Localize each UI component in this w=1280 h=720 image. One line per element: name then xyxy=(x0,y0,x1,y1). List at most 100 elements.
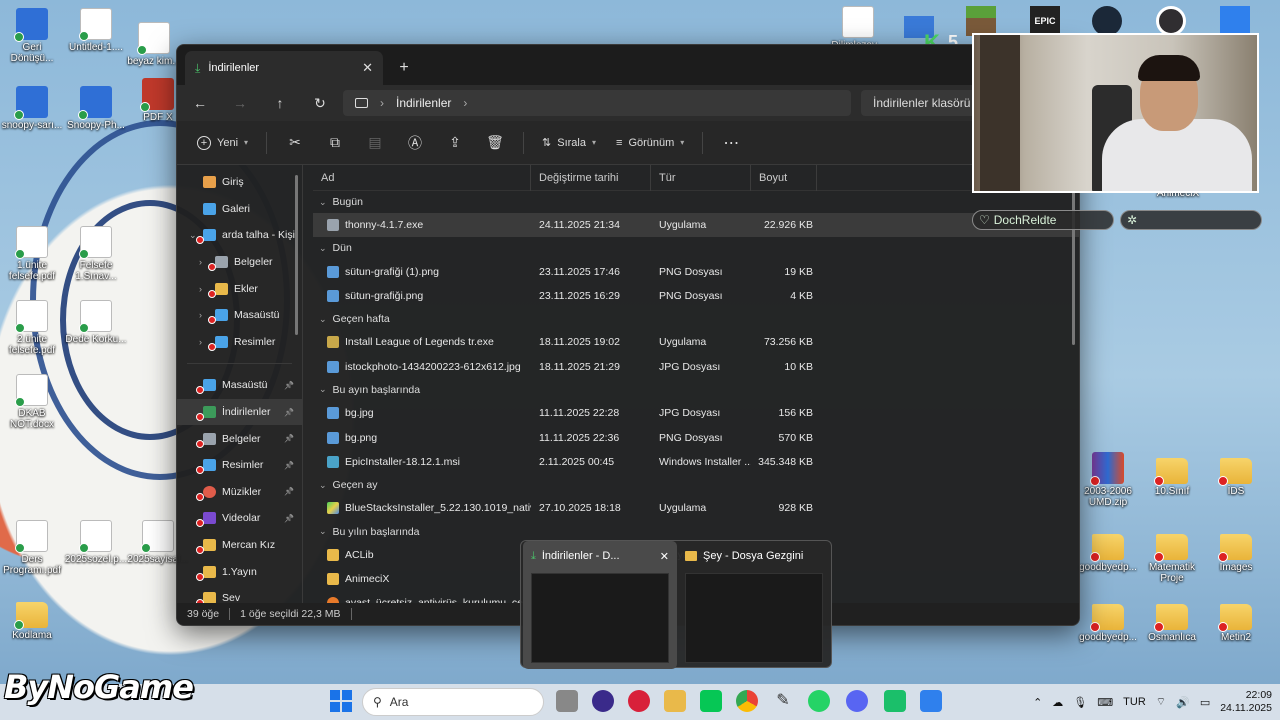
forward-button[interactable]: → xyxy=(227,91,253,115)
sidebar-item[interactable]: Giriş xyxy=(177,169,302,196)
sidebar-item[interactable]: 1.Yayın xyxy=(177,558,302,585)
desktop-icon[interactable]: Osmanlıca xyxy=(1140,598,1204,643)
desktop-icon[interactable]: Metin2 xyxy=(1204,598,1268,643)
desktop-icon[interactable]: 10.Sınıf xyxy=(1140,452,1204,497)
obs-icon[interactable] xyxy=(1156,6,1186,36)
share-button[interactable]: ⇪ xyxy=(437,128,473,158)
breadcrumb[interactable]: › İndirilenler › xyxy=(343,90,851,116)
line-icon[interactable] xyxy=(700,690,722,712)
column-header-date[interactable]: Değiştirme tarihi xyxy=(531,164,651,191)
sidebar-item[interactable]: Müzikler 📌 xyxy=(177,479,302,506)
steam-icon[interactable] xyxy=(1092,6,1122,36)
desktop-icon[interactable]: İDS xyxy=(1204,452,1268,497)
copy-button[interactable]: ⧉ xyxy=(317,128,353,158)
cut-button[interactable]: ✂ xyxy=(277,128,313,158)
whatsapp-icon[interactable] xyxy=(808,690,830,712)
file-row[interactable]: EpicInstaller-18.12.1.msi 2.11.2025 00:45… xyxy=(313,450,1079,474)
sidebar-item[interactable]: › Ekler xyxy=(177,275,302,302)
back-button[interactable]: ← xyxy=(187,91,213,115)
up-button[interactable]: ↑ xyxy=(267,91,293,115)
file-row[interactable]: Install League of Legends tr.exe 18.11.20… xyxy=(313,330,1079,354)
group-header[interactable]: ⌄ Geçen hafta xyxy=(313,308,1079,330)
desktop-icon[interactable]: Geri Dönüşü... xyxy=(0,8,64,64)
clock[interactable]: 22:09 24.11.2025 xyxy=(1220,689,1272,715)
sidebar-item[interactable]: Videolar 📌 xyxy=(177,505,302,532)
epic-games-icon[interactable]: EPIC xyxy=(1030,6,1060,36)
desktop-icon[interactable]: snoopy-sarı... xyxy=(0,86,64,131)
network-icon[interactable]: ☁ xyxy=(1052,696,1063,709)
desktop-icon[interactable]: goodbyedp... xyxy=(1076,598,1140,643)
more-options-button[interactable]: ⋯ xyxy=(713,128,749,158)
discord-icon[interactable] xyxy=(846,690,868,712)
breadcrumb-item[interactable]: İndirilenler xyxy=(396,96,451,110)
column-header-type[interactable]: Tür xyxy=(651,164,751,191)
chevron-up-icon[interactable]: ⌃ xyxy=(1033,696,1042,709)
tab-downloads[interactable]: ⤓ İndirilenler ✕ xyxy=(185,51,383,85)
sidebar-item[interactable]: › Belgeler xyxy=(177,249,302,276)
vscode-icon[interactable] xyxy=(1220,6,1250,36)
file-row[interactable]: thonny-4.1.7.exe 24.11.2025 21:34 Uygulama… xyxy=(313,213,1079,238)
pin-icon[interactable]: 📌 xyxy=(284,514,294,523)
thumbnail-sey[interactable]: Şey - Dosya Gezgini xyxy=(677,541,831,669)
keyboard-icon[interactable]: ⌨ xyxy=(1097,696,1113,709)
sidebar-item[interactable]: Resimler 📌 xyxy=(177,452,302,479)
file-row[interactable]: istockphoto-1434200223-612x612.jpg 18.11.… xyxy=(313,355,1079,379)
desktop-icon[interactable]: Images xyxy=(1204,528,1268,573)
vscode-icon[interactable] xyxy=(920,690,942,712)
app-icon[interactable] xyxy=(592,690,614,712)
chevron-right-icon[interactable]: › xyxy=(199,257,202,267)
file-row[interactable]: sütun-grafiği.png 23.11.2025 16:29 PNG Dos… xyxy=(313,284,1079,308)
desktop-icon[interactable]: 1.ünite felsefe.pdf xyxy=(0,226,64,282)
chevron-right-icon[interactable]: › xyxy=(199,337,202,347)
desktop-icon[interactable]: Felsefe 1.Sınav... xyxy=(64,226,128,282)
minecraft-icon[interactable] xyxy=(966,6,996,36)
desktop-icon[interactable]: Untitled-1.... xyxy=(64,8,128,53)
volume-icon[interactable]: 🔊 xyxy=(1176,696,1190,709)
language-indicator[interactable]: TUR xyxy=(1123,696,1146,708)
pin-icon[interactable]: 📌 xyxy=(284,408,294,417)
new-button[interactable]: + Yeni ▾ xyxy=(189,128,256,158)
taskbar-search[interactable]: ⚲ Ara xyxy=(362,688,544,716)
group-header[interactable]: ⌄ Geçen ay xyxy=(313,474,1079,496)
sidebar-item[interactable]: Belgeler 📌 xyxy=(177,425,302,452)
app-icon[interactable] xyxy=(884,690,906,712)
desktop-icon[interactable]: Kodlama xyxy=(0,596,64,641)
desktop-icon[interactable]: 2025sozel.p... xyxy=(64,520,128,565)
desktop-icon[interactable]: DKAB NOT.docx xyxy=(0,374,64,430)
sidebar-item[interactable]: › Resimler xyxy=(177,329,302,356)
wifi-icon[interactable]: ⌔ xyxy=(1156,695,1166,709)
paste-button[interactable]: ▤ xyxy=(357,128,393,158)
desktop-icon[interactable]: Ders Programı.pdf xyxy=(0,520,64,576)
file-row[interactable]: bg.png 11.11.2025 22:36 PNG Dosyası 570 KB xyxy=(313,425,1079,449)
pin-icon[interactable]: 📌 xyxy=(284,461,294,470)
sidebar-item[interactable]: Mercan Kız xyxy=(177,532,302,559)
sidebar-item[interactable]: ⌄ arda talha - Kişi xyxy=(177,222,302,249)
pen-icon[interactable]: ✎ xyxy=(772,690,794,712)
group-header[interactable]: ⌄ Bu ayın başlarında xyxy=(313,379,1079,401)
file-row[interactable]: bg.jpg 11.11.2025 22:28 JPG Dosyası 156 KB xyxy=(313,401,1079,425)
file-list-scrollbar[interactable] xyxy=(1072,175,1075,345)
file-explorer-icon[interactable] xyxy=(664,690,686,712)
sidebar-item[interactable]: Masaüstü 📌 xyxy=(177,372,302,399)
desktop-icon[interactable]: Snoopy-Ph... xyxy=(64,86,128,131)
view-button[interactable]: ≡ Görünüm ▾ xyxy=(608,128,692,158)
desktop-icon[interactable]: Matematik Proje xyxy=(1140,528,1204,584)
sidebar-item[interactable]: İndirilenler 📌 xyxy=(177,398,302,426)
pin-icon[interactable]: 📌 xyxy=(284,381,294,390)
desktop-icon[interactable]: 2.ünite felsefe.pdf xyxy=(0,300,64,356)
microphone-icon[interactable]: 🎙 xyxy=(1073,696,1087,709)
close-icon[interactable]: ✕ xyxy=(660,550,669,563)
rename-button[interactable]: Ⓐ xyxy=(397,128,433,158)
sort-button[interactable]: ⇅ Sırala ▾ xyxy=(534,128,604,158)
desktop-icon[interactable]: Dede Korku... xyxy=(64,300,128,345)
group-header[interactable]: ⌄ Bugün xyxy=(313,191,1079,213)
sidebar-scrollbar[interactable] xyxy=(295,175,298,335)
column-header-name[interactable]: Ad xyxy=(313,164,531,191)
chevron-right-icon[interactable]: › xyxy=(199,284,202,294)
start-button[interactable] xyxy=(330,690,352,712)
new-tab-button[interactable]: + xyxy=(391,55,417,81)
chevron-right-icon[interactable]: › xyxy=(199,310,202,320)
task-view-icon[interactable] xyxy=(556,690,578,712)
sidebar-item[interactable]: › Masaüstü xyxy=(177,302,302,329)
close-tab-icon[interactable]: ✕ xyxy=(362,60,373,76)
